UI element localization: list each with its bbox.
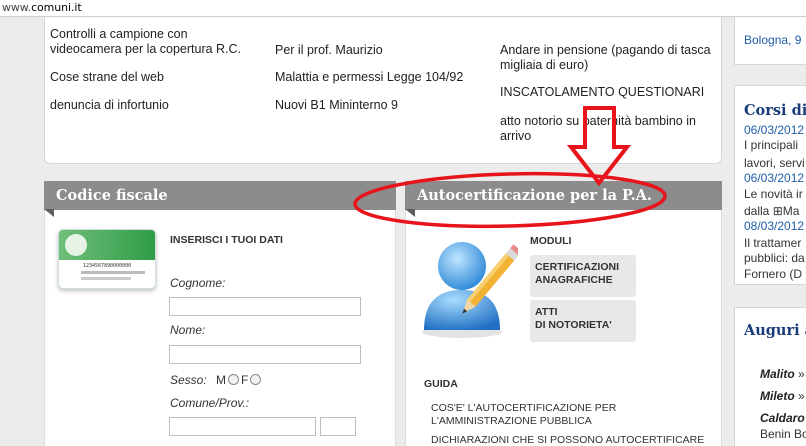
news-text[interactable]: Il trattamer	[744, 236, 801, 250]
url-text[interactable]: www.comuni.it	[2, 1, 82, 14]
news-date: 06/03/2012	[744, 171, 805, 185]
button-line: ANAGRAFICHE	[535, 274, 613, 286]
auguri-name: Caldaro	[760, 411, 805, 425]
top-link[interactable]: Andare in pensione (pagando di tasca mig…	[500, 43, 714, 73]
header-fold-icon	[405, 209, 415, 217]
news-text[interactable]: lavori, servi	[744, 156, 805, 170]
nome-label: Nome:	[170, 323, 206, 337]
top-link[interactable]: denuncia di infortunio	[50, 98, 260, 113]
sesso-f-label: F	[241, 373, 249, 387]
certificazioni-anagrafiche-button[interactable]: CERTIFICAZIONI ANAGRAFICHE	[530, 255, 636, 297]
sesso-m-label: M	[216, 373, 227, 387]
provincia-input[interactable]	[320, 417, 356, 436]
section-title: Autocertificazione per la P.A.	[417, 187, 652, 204]
button-line: DI NOTORIETA'	[535, 319, 612, 331]
auguri-name: Mileto	[760, 389, 795, 403]
news-text[interactable]: pubblici: da	[744, 251, 805, 265]
top-link[interactable]: Per il prof. Maurizio	[275, 43, 485, 58]
nome-input[interactable]	[169, 345, 361, 364]
cognome-input[interactable]	[169, 297, 361, 316]
url-prefix: www.	[2, 1, 32, 14]
moduli-label: MODULI	[530, 235, 572, 247]
auguri-arrow: »	[794, 367, 805, 381]
auguri-item[interactable]: Mileto »	[760, 389, 805, 403]
user-pencil-icon	[422, 242, 518, 338]
header-fold-icon	[44, 209, 54, 217]
guida-link[interactable]: COS'E' L'AUTOCERTIFICAZIONE PER	[431, 402, 616, 415]
comune-input[interactable]	[169, 417, 316, 436]
news-text[interactable]: I principali	[744, 138, 798, 152]
top-link[interactable]: Malattia e permessi Legge 104/92	[275, 70, 485, 85]
auguri-name: Malito	[760, 367, 795, 381]
cognome-label: Cognome:	[170, 276, 226, 290]
top-link[interactable]: Controlli a campione con videocamera per…	[50, 27, 260, 57]
section-title: Codice fiscale	[56, 187, 168, 204]
button-line: ATTI	[535, 306, 558, 318]
sesso-f-radio[interactable]	[250, 374, 262, 385]
url-domain: comuni.it	[31, 1, 82, 14]
sesso-m-radio[interactable]	[228, 374, 240, 385]
comune-label: Comune/Prov.:	[170, 396, 250, 410]
card-number: 1234567890000000	[83, 263, 132, 269]
auguri-title: Auguri a	[744, 322, 806, 339]
news-text[interactable]: Le novità ir	[744, 187, 803, 201]
auguri-item[interactable]: Malito »	[760, 367, 805, 381]
auguri-arrow: »	[794, 389, 805, 403]
codice-fiscale-card-image: 1234567890000000	[58, 229, 156, 289]
guida-label: GUIDA	[424, 378, 458, 390]
top-link[interactable]: INSCATOLAMENTO QUESTIONARI	[500, 85, 714, 100]
top-link[interactable]: atto notorio su paternità bambino in arr…	[500, 114, 714, 144]
corsi-title: Corsi di f	[744, 102, 806, 119]
sesso-label: Sesso:	[170, 373, 207, 387]
right-top-text[interactable]: Bologna, 9	[744, 33, 801, 47]
news-text[interactable]: Fornero (D	[744, 267, 802, 281]
auguri-extra[interactable]: Benin Bo	[760, 427, 806, 441]
top-link[interactable]: Nuovi B1 Mininterno 9	[275, 98, 485, 113]
guida-link[interactable]: DICHIARAZIONI CHE SI POSSONO AUTOCERTIFI…	[431, 434, 704, 446]
button-line: CERTIFICAZIONI	[535, 261, 619, 273]
news-date: 08/03/2012	[744, 219, 805, 233]
codice-fiscale-header: Codice fiscale	[44, 181, 396, 210]
auguri-item[interactable]: Caldaro	[760, 411, 805, 425]
top-link[interactable]: Cose strane del web	[50, 70, 260, 85]
news-date: 06/03/2012	[744, 123, 805, 137]
guida-link[interactable]: L'AMMINISTRAZIONE PUBBLICA	[431, 415, 592, 428]
address-bar[interactable]: www.comuni.it	[0, 0, 806, 17]
atti-notorieta-button[interactable]: ATTI DI NOTORIETA'	[530, 300, 636, 342]
sesso-row: Sesso: MF	[170, 373, 263, 387]
autocertificazione-header: Autocertificazione per la P.A.	[405, 181, 722, 210]
form-title: INSERISCI I TUOI DATI	[170, 234, 283, 246]
news-text[interactable]: dalla ⊞Ma	[744, 204, 799, 218]
